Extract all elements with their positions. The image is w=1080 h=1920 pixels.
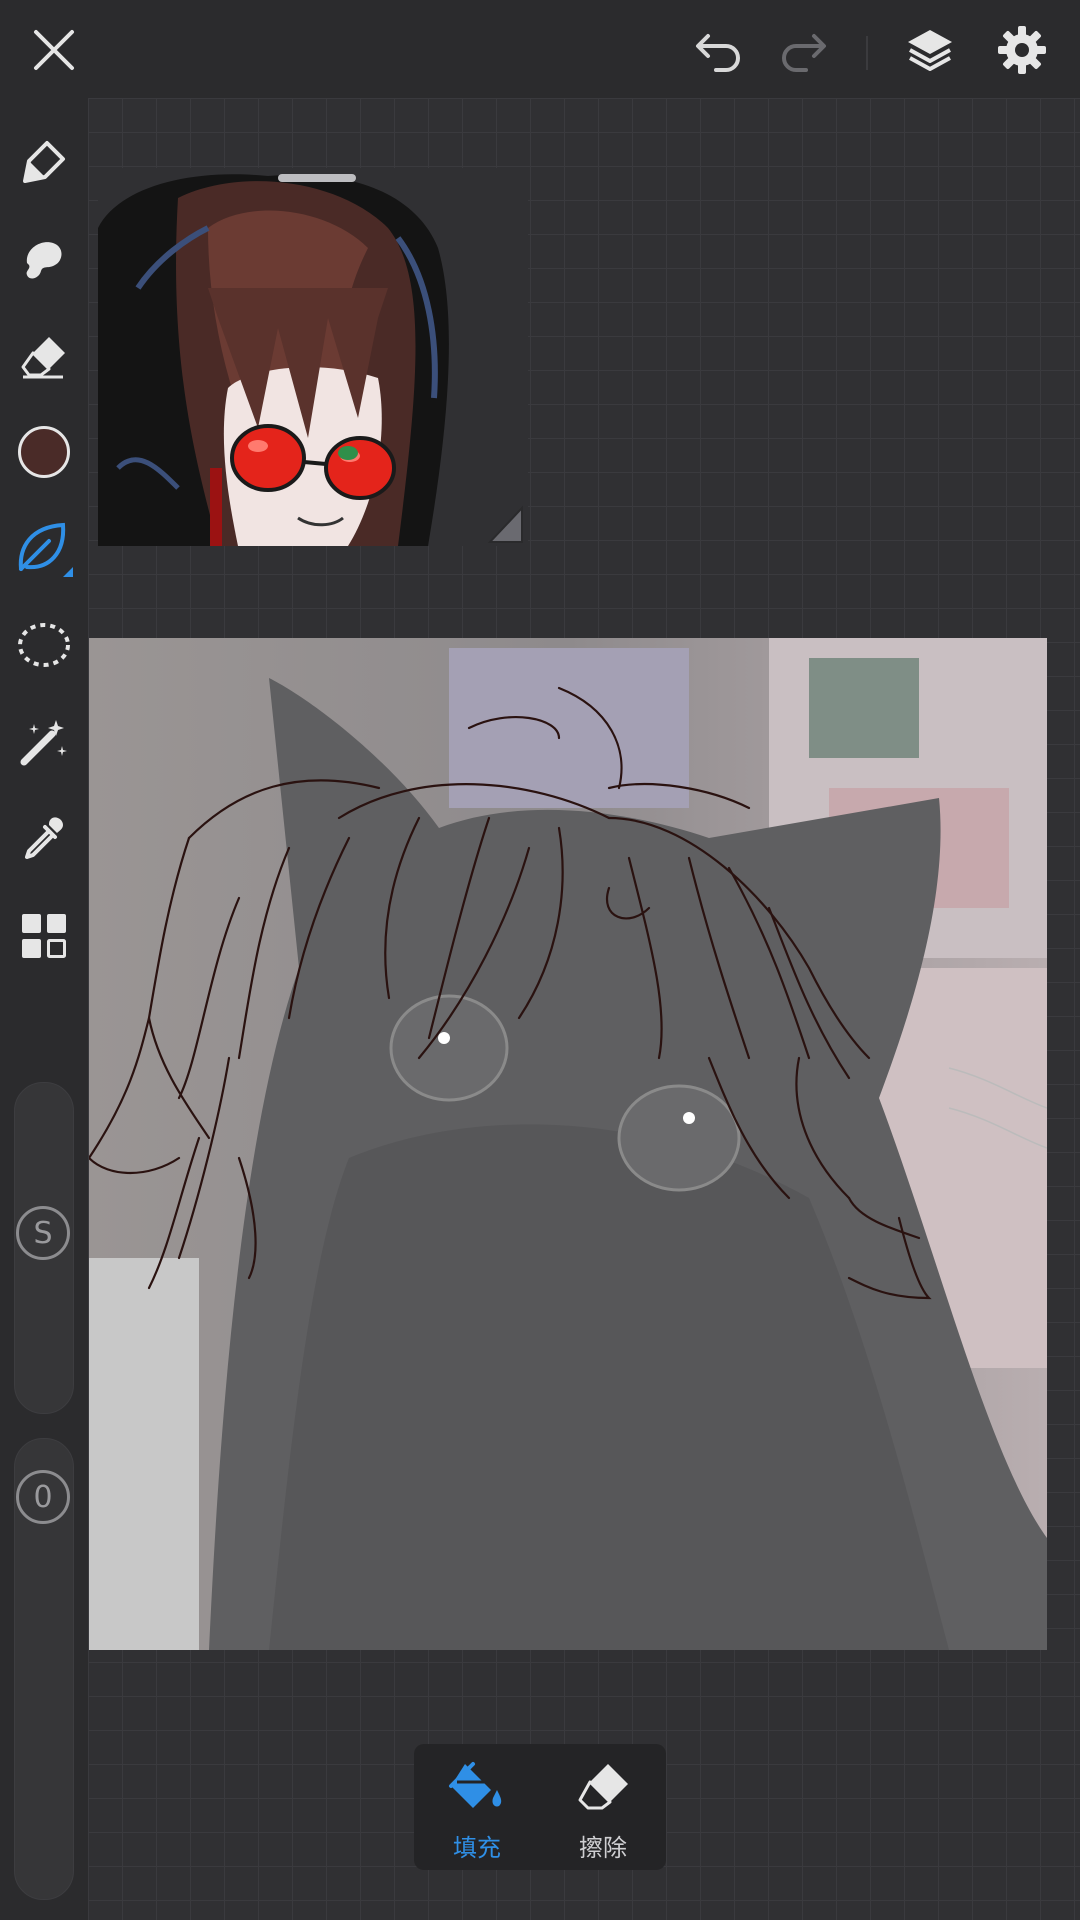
grid-icon — [22, 914, 66, 958]
layers-button[interactable] — [898, 18, 962, 82]
top-bar — [0, 0, 1080, 98]
settings-button[interactable] — [990, 18, 1054, 82]
paint-bucket-icon — [449, 1762, 502, 1808]
reference-drag-handle[interactable] — [278, 174, 356, 182]
color-picker-swatch[interactable] — [12, 420, 76, 484]
canvas-artwork — [89, 638, 1047, 1650]
brush-size-knob[interactable]: S — [16, 1206, 70, 1260]
current-color-swatch — [18, 426, 70, 478]
eraser-icon — [578, 1764, 628, 1810]
eraser-icon — [21, 337, 65, 379]
lasso-select-tool[interactable] — [12, 614, 76, 678]
close-button[interactable] — [22, 18, 86, 82]
fill-mode-label: 填充 — [453, 1834, 501, 1862]
close-icon — [34, 30, 74, 70]
leaf-icon — [18, 522, 73, 577]
opacity-knob[interactable]: 0 — [16, 1470, 70, 1524]
undo-button[interactable] — [688, 18, 752, 82]
drawing-canvas[interactable] — [89, 638, 1047, 1650]
fill-tool[interactable] — [12, 516, 76, 580]
left-toolbar: S 0 — [0, 98, 88, 1920]
toolbar-separator — [866, 36, 868, 70]
magic-wand-tool[interactable] — [12, 710, 76, 774]
undo-icon — [696, 34, 740, 72]
opacity-knob-label: 0 — [33, 1479, 53, 1515]
smudge-tool[interactable] — [12, 228, 76, 292]
layers-icon — [908, 30, 952, 71]
eyedropper-tool[interactable] — [12, 806, 76, 870]
redo-icon — [782, 34, 826, 72]
reference-image-window[interactable] — [98, 168, 528, 546]
erase-mode-label: 擦除 — [579, 1834, 627, 1862]
eyedropper-icon — [25, 817, 63, 859]
reference-portrait-image — [98, 168, 528, 546]
smudge-icon — [26, 242, 62, 279]
brush-tool[interactable] — [12, 130, 76, 194]
erase-mode-button[interactable]: 擦除 — [540, 1744, 666, 1870]
gear-icon — [998, 26, 1046, 74]
fill-mode-panel: 填充 擦除 — [414, 1744, 666, 1870]
size-knob-label: S — [33, 1215, 53, 1251]
magic-wand-icon — [20, 720, 67, 766]
lasso-icon — [18, 623, 70, 667]
redo-button[interactable] — [770, 18, 834, 82]
fill-mode-button[interactable]: 填充 — [414, 1744, 540, 1870]
eraser-tool[interactable] — [12, 324, 76, 388]
more-tools-button[interactable] — [12, 904, 76, 968]
brush-icon — [23, 141, 65, 183]
